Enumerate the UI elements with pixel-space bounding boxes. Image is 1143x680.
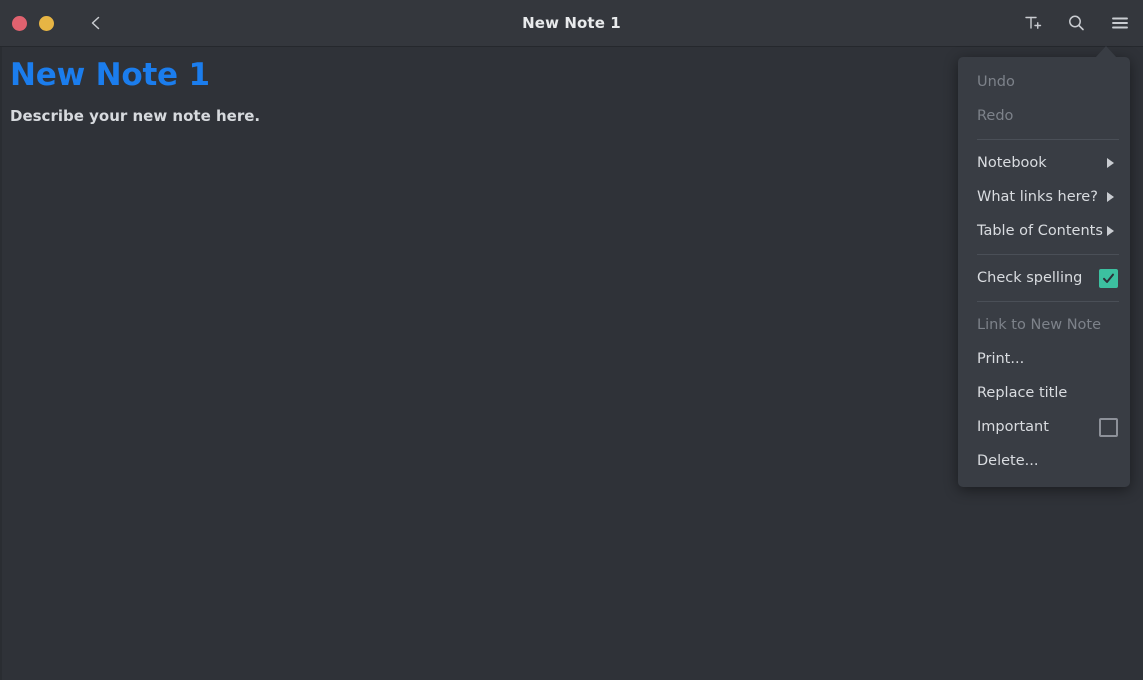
minimize-button[interactable] <box>39 15 54 31</box>
titlebar: New Note 1 <box>0 0 1143 47</box>
menu-item-undo: Undo <box>958 65 1130 99</box>
menu-item-print[interactable]: Print... <box>958 342 1130 376</box>
close-button[interactable] <box>12 15 27 31</box>
menu-item-what-links-here[interactable]: What links here? <box>958 180 1130 214</box>
chevron-right-icon <box>1107 158 1114 168</box>
menu-separator <box>977 301 1119 302</box>
menu-item-label: Delete... <box>977 453 1039 469</box>
menu-item-label: Undo <box>977 74 1015 90</box>
menu-separator <box>977 254 1119 255</box>
menu-item-link-to-new-note: Link to New Note <box>958 308 1130 342</box>
toolbar-actions <box>1019 0 1133 46</box>
window-title: New Note 1 <box>522 14 621 32</box>
context-menu: Undo Redo Notebook What links here? Table of… <box>958 57 1130 487</box>
menu-item-table-of-contents[interactable]: Table of Contents <box>958 214 1130 248</box>
hamburger-icon <box>1112 17 1128 29</box>
menu-item-check-spelling[interactable]: Check spelling <box>958 261 1130 295</box>
chevron-right-icon <box>1107 192 1114 202</box>
menu-item-label: Notebook <box>977 155 1047 171</box>
menu-item-label: Redo <box>977 108 1014 124</box>
search-icon <box>1069 15 1084 31</box>
insert-text-button[interactable] <box>1019 10 1045 36</box>
menu-item-label: Table of Contents <box>977 223 1103 239</box>
hamburger-menu-button[interactable] <box>1107 10 1133 36</box>
menu-item-replace-title[interactable]: Replace title <box>958 376 1130 410</box>
menu-item-redo: Redo <box>958 99 1130 133</box>
menu-separator <box>977 139 1119 140</box>
chevron-left-icon <box>91 16 100 30</box>
menu-item-label: What links here? <box>977 189 1098 205</box>
menu-item-label: Important <box>977 419 1049 435</box>
menu-item-label: Link to New Note <box>977 317 1102 333</box>
menu-callout-arrow <box>1095 46 1117 58</box>
app-window: New Note 1 New Note 1 Describe your new … <box>0 0 1143 680</box>
menu-item-label: Check spelling <box>977 270 1083 286</box>
checkbox-important[interactable] <box>1099 417 1118 437</box>
insert-text-icon <box>1025 16 1042 29</box>
window-controls <box>0 10 109 36</box>
back-button[interactable] <box>83 10 109 36</box>
menu-item-important[interactable]: Important <box>958 410 1130 444</box>
menu-item-label: Print... <box>977 351 1025 367</box>
menu-item-label: Replace title <box>977 385 1068 401</box>
menu-item-delete[interactable]: Delete... <box>958 444 1130 478</box>
search-button[interactable] <box>1063 10 1089 36</box>
checkbox-check-spelling[interactable] <box>1099 268 1118 288</box>
menu-item-notebook[interactable]: Notebook <box>958 146 1130 180</box>
check-icon <box>1103 273 1114 283</box>
chevron-right-icon <box>1107 226 1114 236</box>
